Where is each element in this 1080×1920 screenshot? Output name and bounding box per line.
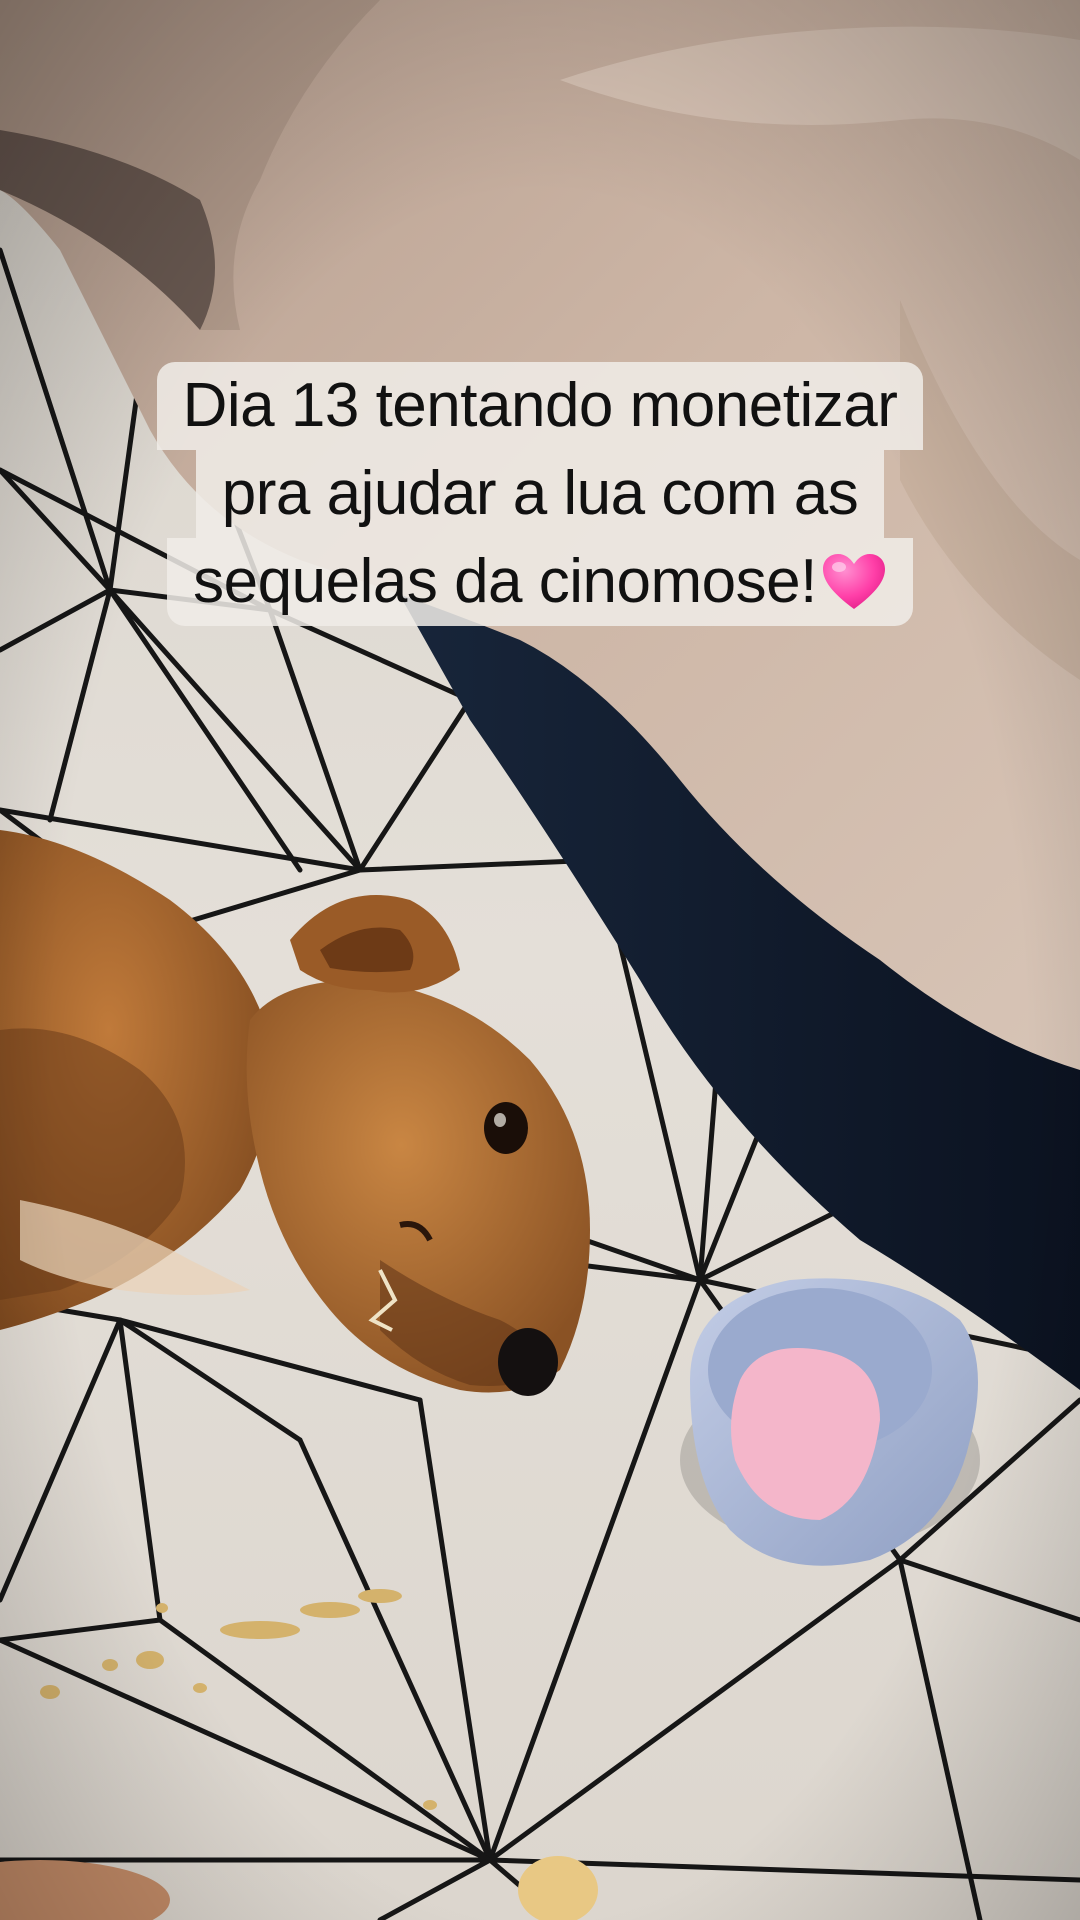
caption-line-3: sequelas da cinomose!	[167, 538, 913, 626]
caption-line-2: pra ajudar a lua com as	[195, 450, 885, 538]
pink-heart-icon	[822, 553, 885, 609]
background-photo	[0, 0, 1080, 1920]
video-frame: Dia 13 tentando monetizar pra ajudar a l…	[0, 0, 1080, 1920]
caption-line-1: Dia 13 tentando monetizar	[156, 362, 924, 450]
caption-line-3-text: sequelas da cinomose!	[193, 547, 817, 616]
caption-overlay: Dia 13 tentando monetizar pra ajudar a l…	[0, 362, 1080, 626]
